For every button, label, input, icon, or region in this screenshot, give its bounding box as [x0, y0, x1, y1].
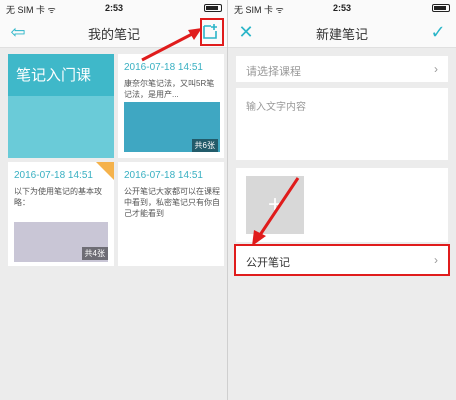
card-band [8, 96, 114, 158]
status-bar: 无 SIM 卡 ᯤ 2:53 [0, 0, 227, 16]
note-card-intro[interactable]: 笔记入门课 [8, 54, 114, 158]
status-time: 2:53 [104, 3, 123, 13]
card-text: 康奈尔笔记法，又叫5R笔记法，是用产... [124, 79, 215, 99]
course-select[interactable]: 请选择课程 › [236, 56, 448, 82]
note-content-input[interactable]: 输入文字内容 [236, 88, 448, 160]
course-select-label: 请选择课程 [246, 66, 301, 78]
new-note-screen: 无 SIM 卡 ᯤ 2:53 ✕ 新建笔记 ✓ 请选择课程 › 输入文字内容 +… [228, 0, 456, 400]
card-date: 2016-07-18 14:51 [124, 170, 203, 181]
card-text: 以下为使用笔记的基本攻略： [14, 187, 102, 207]
content-placeholder: 输入文字内容 [246, 102, 306, 113]
battery-icon [432, 4, 450, 12]
status-bar: 无 SIM 卡 ᯤ 2:53 [228, 0, 456, 16]
nav-bar: ✕ 新建笔记 ✓ [228, 16, 456, 48]
chevron-right-icon: › [434, 62, 438, 76]
pointer-arrow [141, 28, 202, 62]
card-count: 共6张 [191, 139, 218, 152]
empty-area [228, 276, 456, 400]
status-time: 2:53 [332, 3, 351, 13]
public-note-highlight [234, 244, 450, 276]
card-date: 2016-07-18 14:51 [14, 170, 93, 181]
card-title: 笔记入门课 [16, 67, 92, 84]
my-notes-screen: 无 SIM 卡 ᯤ 2:53 ⇦ 我的笔记 笔记入门课 2016-07-18 1… [0, 0, 228, 400]
note-card[interactable]: 2016-07-18 14:51 公开笔记大家都可以在课程中看到，私密笔记只有你… [118, 162, 224, 266]
card-text: 公开笔记大家都可以在课程中看到，私密笔记只有你自己才能看到 [124, 187, 220, 218]
pointer-arrow [252, 177, 300, 246]
battery-icon [204, 4, 222, 12]
note-card[interactable]: 2016-07-18 14:51 康奈尔笔记法，又叫5R笔记法，是用产... 共… [118, 54, 224, 158]
card-count: 共4张 [81, 247, 108, 260]
corner-ribbon [96, 162, 114, 180]
check-icon[interactable]: ✓ [424, 18, 452, 46]
page-title: 新建笔记 [315, 27, 368, 42]
note-card[interactable]: 2016-07-18 14:51 以下为使用笔记的基本攻略： 共4张 [8, 162, 114, 266]
